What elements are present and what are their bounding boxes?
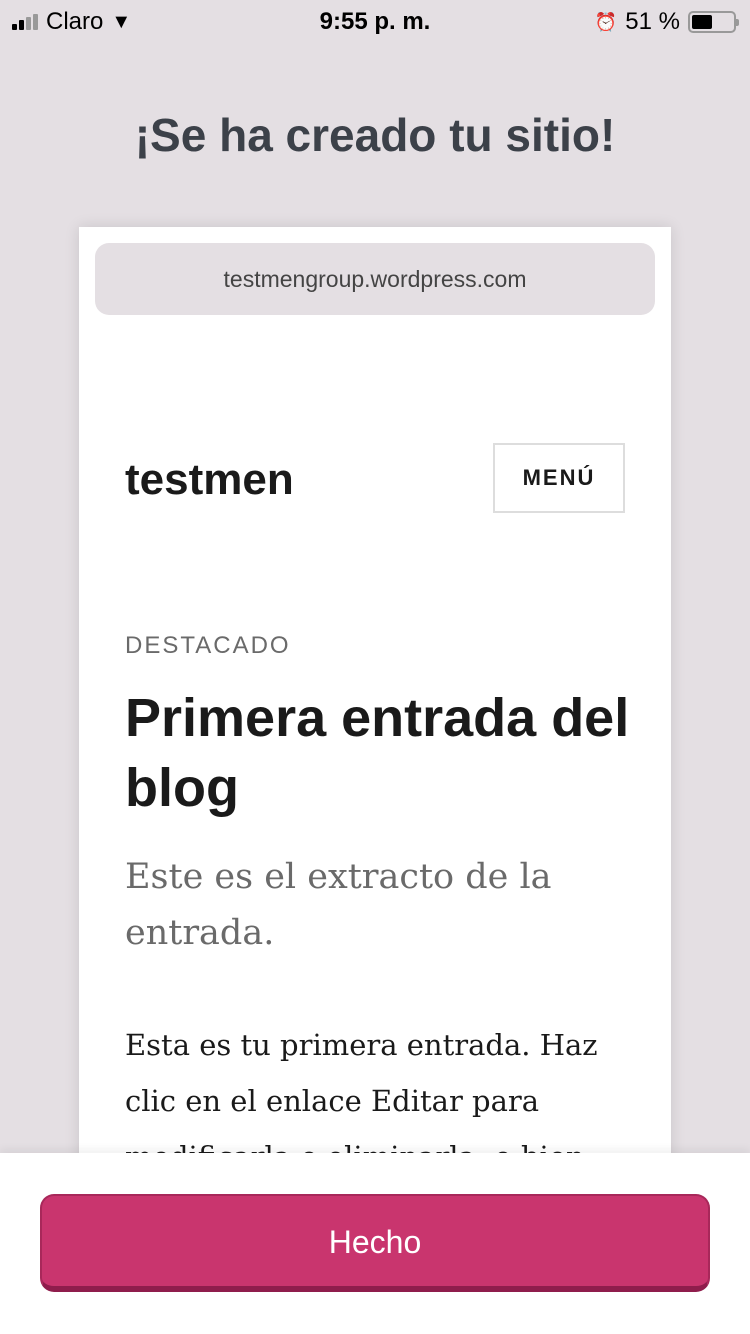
battery-icon — [688, 11, 739, 33]
menu-button[interactable]: MENÚ — [493, 443, 625, 513]
site-preview[interactable]: testmengroup.wordpress.com testmen MENÚ … — [79, 227, 671, 1227]
bottom-bar: Hecho — [0, 1153, 750, 1334]
battery-percent: 51 % — [625, 8, 680, 35]
status-bar: Claro ▼ 9:55 p. m. ⏰ 51 % — [0, 0, 750, 44]
page-title: ¡Se ha creado tu sitio! — [134, 109, 616, 161]
done-button[interactable]: Hecho — [40, 1194, 710, 1292]
post-title[interactable]: Primera entrada del blog — [125, 683, 645, 823]
alarm-icon: ⏰ — [594, 11, 618, 32]
post-excerpt: Este es el extracto de la entrada. — [125, 857, 552, 953]
featured-label: DESTACADO — [125, 632, 291, 659]
site-title[interactable]: testmen — [125, 455, 294, 505]
url-bar: testmengroup.wordpress.com — [95, 243, 655, 315]
